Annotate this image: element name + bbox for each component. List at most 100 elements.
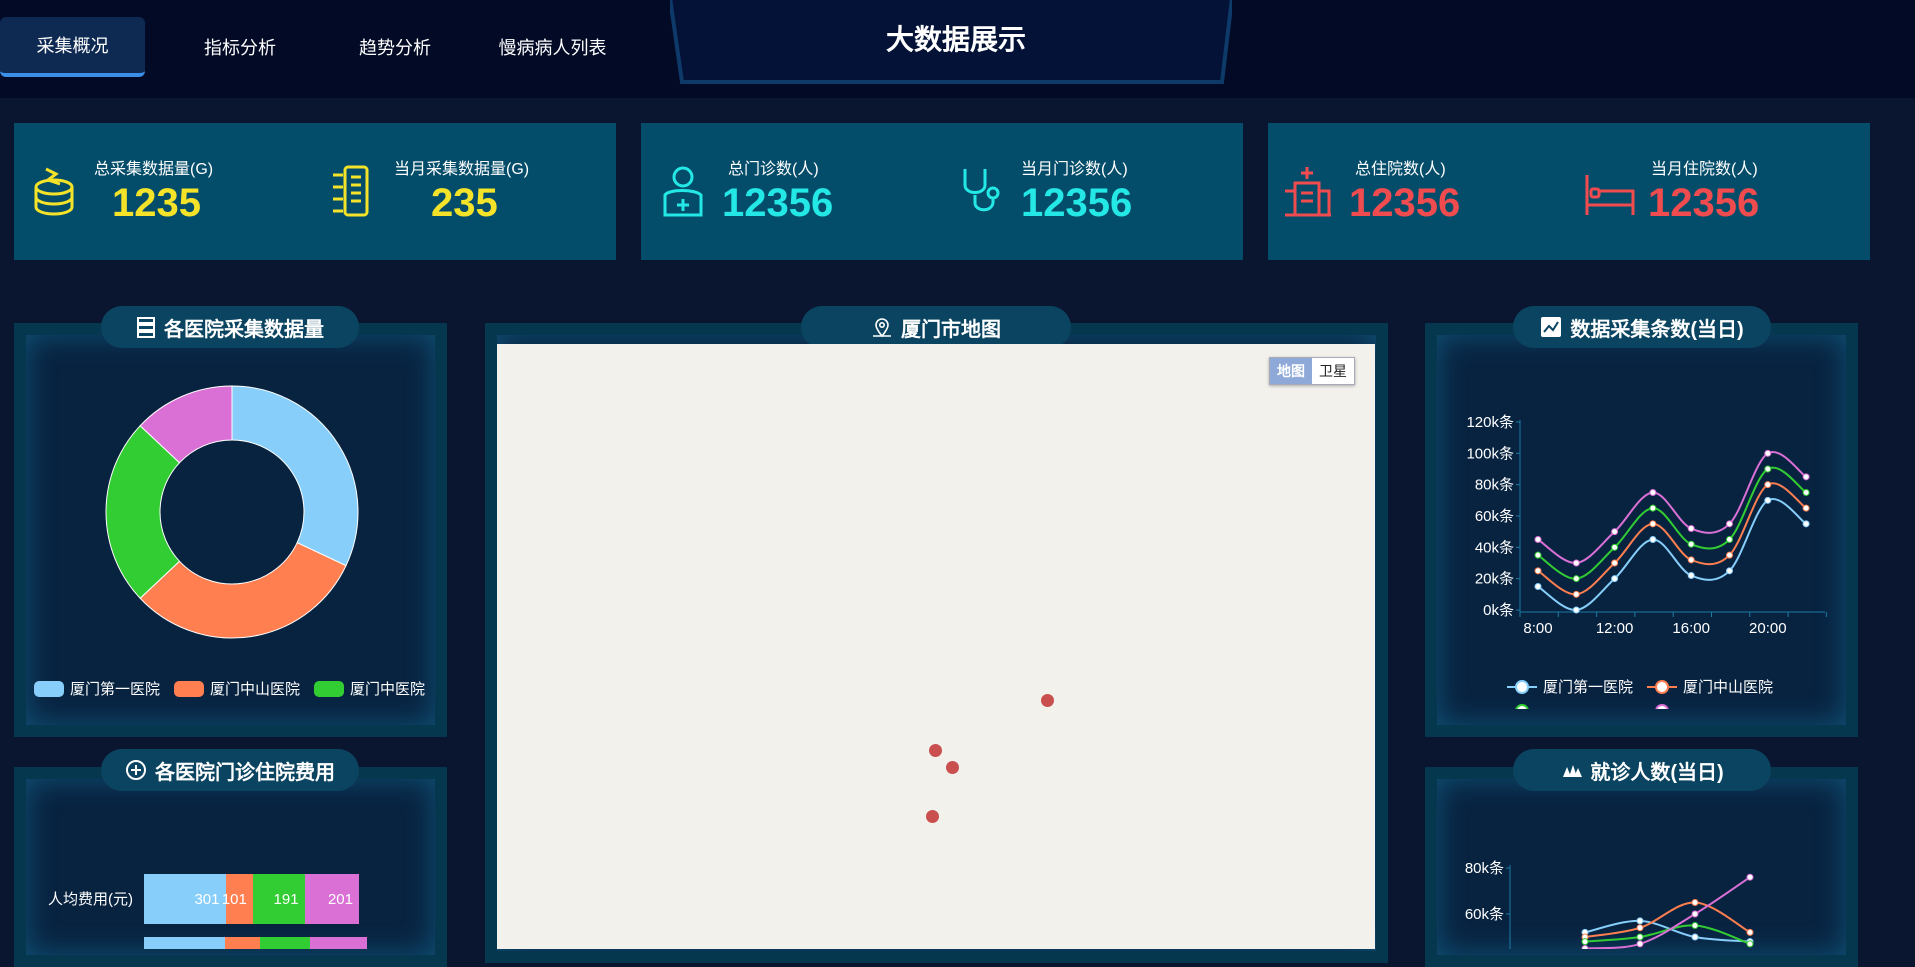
data-point (1726, 536, 1733, 543)
data-point (1746, 873, 1754, 881)
data-point (1534, 583, 1542, 590)
hospital-icon (1285, 167, 1331, 217)
stat-box-outpatient: 总门诊数(人) 12356 当月门诊数(人) 12356 (641, 123, 1243, 260)
chart-icon (1541, 317, 1562, 337)
server-icon (333, 165, 369, 217)
data-point (1764, 465, 1772, 473)
people-icon (1563, 765, 1583, 777)
bar-segment (310, 937, 367, 949)
legend-swatch (314, 680, 345, 697)
tab-indicator-analysis[interactable]: 指标分析 (175, 17, 305, 77)
cost-bar-next-row (144, 937, 367, 949)
data-point (1764, 481, 1772, 489)
stat-box-inpatient: 总住院数(人) 12356 当月住院数(人) 12356 (1268, 123, 1870, 260)
data-point (1534, 567, 1542, 575)
legend-label: 厦门中山医院 (1683, 679, 1774, 696)
data-point (1572, 575, 1580, 583)
map-marker[interactable] (929, 744, 942, 757)
donut-chart (105, 385, 359, 639)
panel-title: 数据采集条数(当日) (1513, 306, 1771, 348)
stat-label: 当月门诊数(人) (1021, 161, 1128, 178)
map-marker[interactable] (1041, 694, 1054, 707)
bar-segment[interactable]: 101 (222, 874, 253, 924)
stat-value: 1235 (112, 181, 201, 225)
stethoscope-icon (963, 169, 1000, 212)
map-button[interactable]: 地图 (1270, 358, 1312, 384)
bed-icon (1585, 175, 1635, 215)
stat-label: 总采集数据量(G) (94, 161, 214, 178)
bar-segment (225, 937, 260, 949)
panel-title: 各医院采集数据量 (101, 306, 359, 348)
map-type-toggle: 地图 卫星 (1269, 357, 1355, 385)
data-point (1802, 504, 1810, 512)
legend-label: 厦门第一医院 (1543, 679, 1634, 696)
stat-total-inpatient: 总住院数(人) 12356 (1268, 123, 1568, 260)
list-icon (137, 317, 155, 338)
doctor-icon (663, 166, 703, 217)
page-title: 大数据展示 (885, 24, 1026, 55)
data-point (1636, 940, 1644, 948)
stat-total-collection: 总采集数据量(G) 1235 (14, 123, 314, 260)
y-tick-label: 0k条 (1483, 602, 1514, 619)
data-point (1687, 540, 1695, 548)
legend-label: 厦门中医院 (350, 681, 426, 698)
map-marker[interactable] (926, 810, 939, 823)
data-point (1687, 572, 1695, 580)
map-marker[interactable] (946, 761, 959, 774)
data-point (1764, 496, 1772, 504)
stat-value: 12356 (1349, 181, 1461, 225)
stat-value: 12356 (1021, 181, 1133, 225)
tab-trend-analysis[interactable]: 趋势分析 (330, 17, 460, 77)
data-point (1649, 504, 1657, 512)
data-point (1649, 489, 1657, 496)
stat-label: 当月住院数(人) (1651, 161, 1758, 178)
data-point (1649, 536, 1657, 543)
x-tick-label: 16:00 (1672, 620, 1710, 637)
bar-segment[interactable]: 301 (144, 874, 226, 924)
data-point (1687, 556, 1695, 564)
bar-segment[interactable]: 191 (252, 874, 305, 924)
tab-chronic-patient-list[interactable]: 慢病病人列表 (485, 17, 620, 77)
tab-label: 趋势分析 (359, 38, 431, 58)
legend-marker (1647, 679, 1678, 694)
x-tick-label: 20:00 (1749, 620, 1787, 637)
y-tick-label: 80k条 (1465, 860, 1504, 877)
data-point (1726, 520, 1733, 528)
data-point (1636, 917, 1644, 925)
legend-label: 厦门第一医院 (70, 681, 161, 698)
legend-marker (1507, 679, 1537, 694)
legend-marker (1515, 704, 1529, 709)
database-icon (34, 167, 74, 216)
data-point (1726, 551, 1733, 559)
donut-slice[interactable] (231, 385, 359, 567)
data-point (1746, 940, 1754, 948)
legend-swatch (34, 680, 64, 697)
y-tick-label: 120k条 (1466, 414, 1514, 431)
stat-total-outpatient: 总门诊数(人) 12356 (641, 123, 941, 260)
data-point (1534, 551, 1542, 559)
bar-segment (260, 937, 310, 949)
satellite-button[interactable]: 卫星 (1312, 358, 1354, 384)
data-point (1691, 922, 1699, 929)
data-point (1581, 938, 1589, 946)
stat-box-collection: 总采集数据量(G) 1235 当月采集数据量(G) 235 (14, 123, 616, 260)
data-point (1611, 543, 1619, 551)
tab-collection-overview[interactable]: 采集概况 (0, 17, 145, 77)
map-canvas[interactable] (497, 344, 1375, 949)
data-point (1611, 575, 1619, 583)
bar-segment[interactable]: 201 (304, 874, 359, 924)
data-point (1802, 489, 1810, 496)
legend-label: 厦门中山医院 (210, 681, 301, 698)
tab-label: 慢病病人列表 (498, 38, 607, 58)
legend-marker (1655, 704, 1669, 709)
y-tick-label: 40k条 (1475, 539, 1514, 556)
legend-swatch (174, 680, 205, 697)
stat-month-inpatient: 当月住院数(人) 12356 (1568, 123, 1868, 260)
data-point (1611, 559, 1619, 567)
data-point (1636, 933, 1644, 941)
data-point (1572, 559, 1580, 567)
data-point (1687, 525, 1695, 533)
stat-label: 总门诊数(人) (728, 161, 819, 178)
data-point (1802, 473, 1810, 481)
x-tick-label: 12:00 (1596, 620, 1634, 637)
